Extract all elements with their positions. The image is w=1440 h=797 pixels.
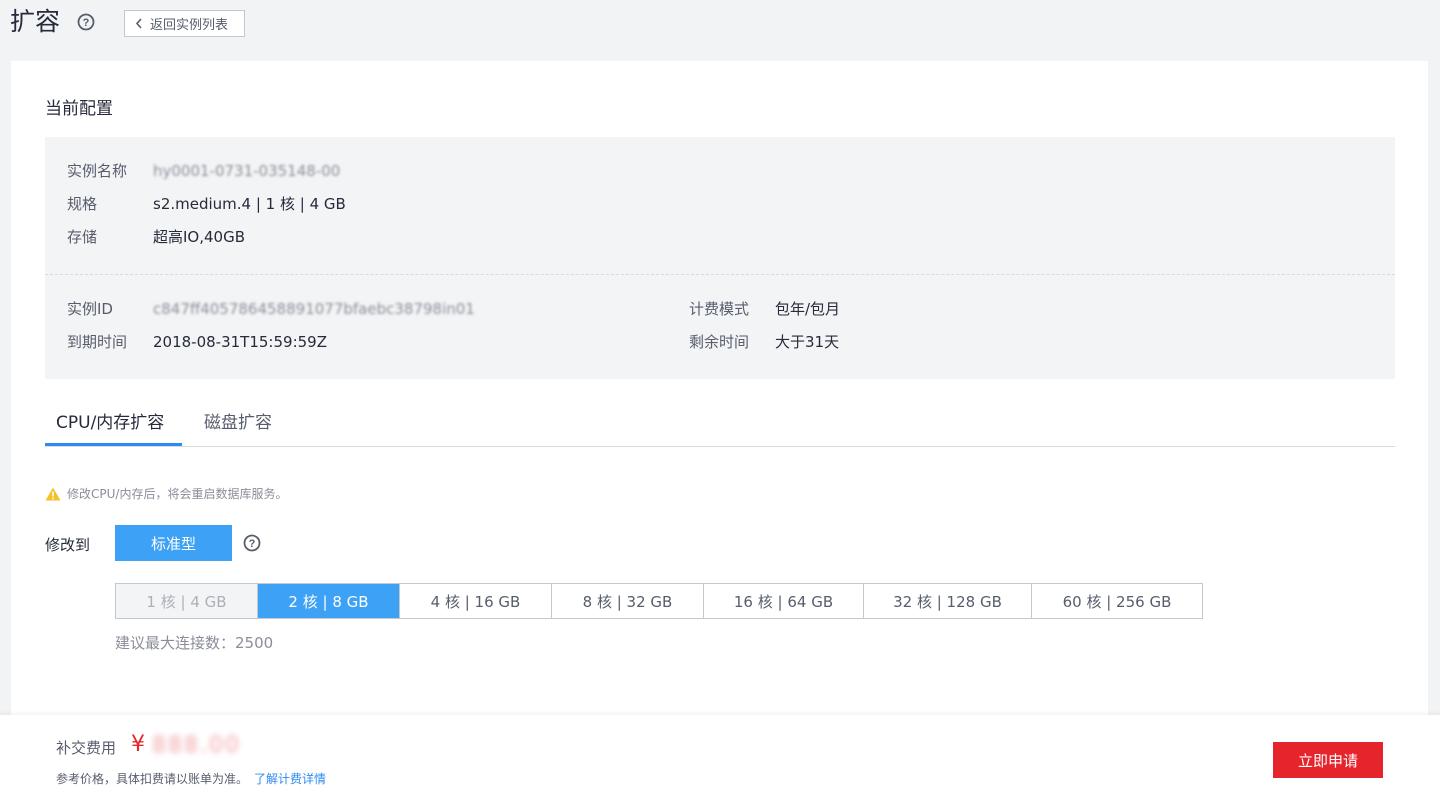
fee-amount: 888.00 xyxy=(152,733,241,758)
storage-value: 超高IO,40GB xyxy=(153,228,245,246)
tab-cpu-memory[interactable]: CPU/内存扩容 xyxy=(56,411,164,435)
instance-name-row: 实例名称 hy0001-0731-035148-00 xyxy=(67,161,340,181)
page-header: 扩容 ? 返回实例列表 xyxy=(0,0,1440,48)
fee-note: 参考价格，具体扣费请以账单为准。 了解计费详情 xyxy=(56,770,326,787)
fee-currency: ¥ xyxy=(131,732,145,757)
current-config-title: 当前配置 xyxy=(45,99,113,119)
remaining-row: 剩余时间 大于31天 xyxy=(689,332,839,352)
resize-tabs: CPU/内存扩容 磁盘扩容 xyxy=(45,397,1395,447)
footer-bar: 补交费用 ¥ 888.00 参考价格，具体扣费请以账单为准。 了解计费详情 立即申… xyxy=(0,715,1440,797)
spec-option-1c4g[interactable]: 1 核 | 4 GB xyxy=(116,584,258,618)
spec-option-60c256g[interactable]: 60 核 | 256 GB xyxy=(1032,584,1202,618)
svg-text:?: ? xyxy=(249,538,256,550)
restart-warning: 修改CPU/内存后，将会重启数据库服务。 xyxy=(45,485,287,502)
back-to-list-button[interactable]: 返回实例列表 xyxy=(124,10,245,37)
expire-label: 到期时间 xyxy=(67,333,128,351)
spec-option-2c8g[interactable]: 2 核 | 8 GB xyxy=(258,584,400,618)
spec-option-16c64g[interactable]: 16 核 | 64 GB xyxy=(704,584,864,618)
warning-icon xyxy=(45,487,61,500)
spec-label: 规格 xyxy=(67,195,98,213)
max-connections-hint: 建议最大连接数：2500 xyxy=(115,634,274,652)
page-title: 扩容 xyxy=(10,7,61,36)
help-icon[interactable]: ? xyxy=(243,534,261,552)
instance-id-value: c847ff405786458891077bfaebc38798in01 xyxy=(153,300,475,318)
billing-value: 包年/包月 xyxy=(775,300,841,318)
modify-to-label: 修改到 xyxy=(45,536,91,554)
apply-now-button[interactable]: 立即申请 xyxy=(1273,742,1383,778)
remaining-value: 大于31天 xyxy=(775,333,840,351)
instance-name-label: 实例名称 xyxy=(67,162,128,180)
active-tab-indicator xyxy=(45,443,182,446)
svg-text:?: ? xyxy=(83,17,90,29)
billing-details-link[interactable]: 了解计费详情 xyxy=(254,772,326,786)
expire-row: 到期时间 2018-08-31T15:59:59Z xyxy=(67,332,327,352)
instance-id-label: 实例ID xyxy=(67,300,113,318)
spec-option-4c16g[interactable]: 4 核 | 16 GB xyxy=(400,584,552,618)
fee-label: 补交费用 xyxy=(56,739,117,757)
standard-type-button[interactable]: 标准型 xyxy=(115,525,232,561)
back-to-list-label: 返回实例列表 xyxy=(150,18,229,33)
spec-value: s2.medium.4 | 1 核 | 4 GB xyxy=(153,195,346,213)
chevron-left-icon xyxy=(135,18,142,29)
fee-note-text: 参考价格，具体扣费请以账单为准。 xyxy=(56,772,249,786)
storage-label: 存储 xyxy=(67,228,98,246)
instance-id-row: 实例ID c847ff405786458891077bfaebc38798in0… xyxy=(67,299,475,319)
help-icon[interactable]: ? xyxy=(77,13,95,31)
remaining-label: 剩余时间 xyxy=(689,333,750,351)
current-config-panel: 实例名称 hy0001-0731-035148-00 规格 s2.medium.… xyxy=(45,137,1395,379)
instance-name-value: hy0001-0731-035148-00 xyxy=(153,162,341,180)
expire-value: 2018-08-31T15:59:59Z xyxy=(153,333,327,351)
billing-label: 计费模式 xyxy=(689,300,750,318)
restart-warning-text: 修改CPU/内存后，将会重启数据库服务。 xyxy=(67,487,288,501)
spec-row: 规格 s2.medium.4 | 1 核 | 4 GB xyxy=(67,194,346,214)
storage-row: 存储 超高IO,40GB xyxy=(67,227,245,247)
spec-option-32c128g[interactable]: 32 核 | 128 GB xyxy=(864,584,1032,618)
resize-card: 当前配置 实例名称 hy0001-0731-035148-00 规格 s2.me… xyxy=(11,61,1428,715)
tab-disk[interactable]: 磁盘扩容 xyxy=(204,411,272,435)
billing-row: 计费模式 包年/包月 xyxy=(689,299,840,319)
config-divider xyxy=(45,274,1395,275)
spec-option-8c32g[interactable]: 8 核 | 32 GB xyxy=(552,584,704,618)
spec-selector: 1 核 | 4 GB 2 核 | 8 GB 4 核 | 16 GB 8 核 | … xyxy=(115,583,1203,619)
